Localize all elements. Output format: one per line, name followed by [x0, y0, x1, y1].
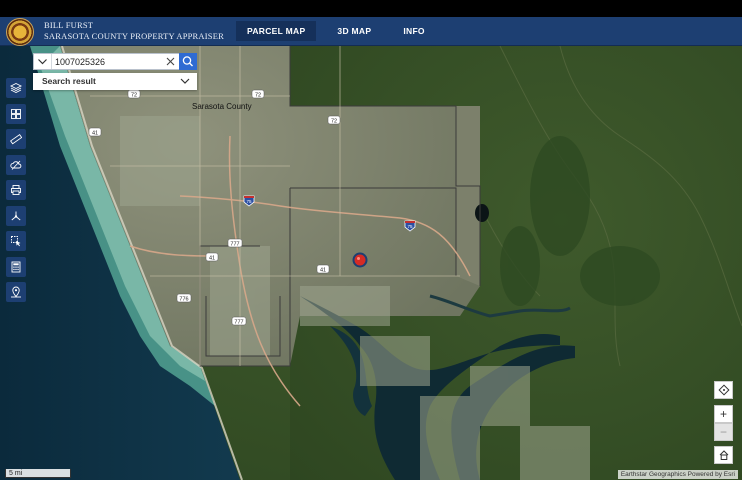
chevron-down-icon	[38, 59, 47, 65]
office-name-line2: SARASOTA COUNTY PROPERTY APPRAISER	[44, 31, 224, 41]
county-seal-icon	[6, 18, 34, 46]
road-shield-label: 776	[179, 297, 188, 303]
search-result-bar[interactable]: Search result	[33, 73, 197, 90]
basemap-gallery-button[interactable]	[6, 103, 26, 124]
clear-search-button[interactable]	[164, 55, 177, 68]
calculator-icon	[11, 261, 21, 272]
interstate-label: 75	[246, 199, 252, 204]
zoom-in-button[interactable]: +	[714, 405, 733, 423]
grid-icon	[11, 108, 21, 119]
road-shield-label: 72	[131, 93, 137, 99]
search-input[interactable]	[55, 55, 163, 68]
scale-bar: 5 mi	[5, 469, 71, 478]
share-button[interactable]	[6, 205, 26, 226]
interstate-label: 75	[407, 224, 413, 229]
search-result-label: Search result	[42, 76, 96, 86]
road-shield-label: 777	[234, 320, 243, 326]
nav-parcel-map[interactable]: PARCEL MAP	[236, 21, 317, 41]
app-header: BILL FURST SARASOTA COUNTY PROPERTY APPR…	[0, 17, 742, 46]
chevron-down-icon	[180, 78, 190, 84]
locate-button[interactable]	[714, 381, 733, 399]
measure-icon	[10, 133, 22, 145]
map-view[interactable]: 72 72 72 41 777 41 41 776 777 75 75 Sara…	[0, 46, 742, 480]
select-parcels-button[interactable]	[6, 231, 26, 251]
main-nav: PARCEL MAP 3D MAP INFO	[236, 21, 446, 41]
road-shield-label: 41	[320, 268, 326, 274]
nav-info[interactable]: INFO	[392, 21, 436, 41]
person-pin-icon	[11, 286, 21, 298]
top-band	[0, 0, 742, 17]
zoom-out-button[interactable]: −	[714, 423, 733, 441]
measure-button[interactable]	[6, 129, 26, 149]
satellite-basemap: 72 72 72 41 777 41 41 776 777 75 75 Sara…	[0, 46, 742, 480]
nav-3d-map[interactable]: 3D MAP	[326, 21, 382, 41]
road-shield-label: 72	[255, 93, 261, 99]
road-shield-label: 72	[331, 119, 337, 125]
cloud-icon	[10, 160, 22, 170]
close-icon	[166, 57, 175, 66]
office-name[interactable]: BILL FURST SARASOTA COUNTY PROPERTY APPR…	[44, 20, 224, 42]
layers-icon	[10, 82, 22, 94]
county-label: Sarasota County	[192, 102, 252, 111]
weather-layer-button[interactable]	[6, 154, 26, 175]
map-attribution[interactable]: Earthstar Geographics Powered by Esri	[617, 470, 738, 479]
parcel-marker[interactable]	[352, 252, 368, 268]
calculator-button[interactable]	[6, 256, 26, 277]
search-icon	[182, 56, 193, 67]
crosshair-icon	[717, 384, 730, 396]
locate-owner-button[interactable]	[6, 282, 26, 302]
office-name-line1: BILL FURST	[44, 20, 94, 30]
share-icon	[11, 211, 21, 220]
print-icon	[11, 185, 21, 195]
search-box	[33, 53, 197, 70]
home-icon	[719, 450, 728, 460]
left-toolbar	[6, 78, 26, 308]
road-shield-label: 41	[209, 256, 215, 262]
print-button[interactable]	[6, 180, 26, 200]
home-button[interactable]	[714, 446, 733, 464]
search-source-toggle[interactable]	[34, 54, 52, 69]
select-icon	[11, 236, 21, 247]
road-shield-label: 41	[92, 131, 98, 137]
layers-button[interactable]	[6, 78, 26, 98]
road-shield-label: 777	[230, 242, 239, 248]
search-button[interactable]	[179, 53, 197, 70]
